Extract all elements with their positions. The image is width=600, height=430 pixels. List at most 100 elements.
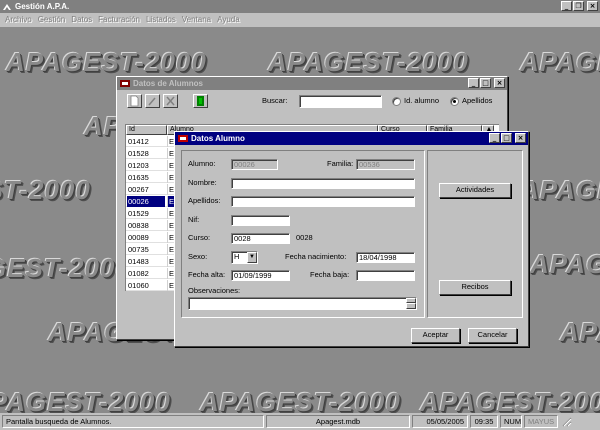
watermark-logo: APAGEST-2000 <box>0 387 171 413</box>
cell-id: 00735 <box>128 245 149 254</box>
nombre-input[interactable] <box>231 178 415 189</box>
fecha-nacimiento-label: Fecha nacimiento: <box>285 252 347 261</box>
form-close-button[interactable]: × <box>515 133 526 143</box>
status-message: Pantalla busqueda de Alumnos. <box>2 415 264 428</box>
status-date: 05/05/2005 <box>412 415 468 428</box>
observaciones-input[interactable] <box>188 297 417 310</box>
cell-id: 00838 <box>128 221 149 230</box>
fecha-baja-label: Fecha baja: <box>310 270 350 279</box>
dropdown-arrow-icon[interactable]: ▼ <box>247 252 257 263</box>
alumno-id-field: 00026 <box>231 159 278 170</box>
buscar-input[interactable] <box>299 95 382 108</box>
radio-id-alumno[interactable] <box>392 97 401 106</box>
cell-id: 01203 <box>128 161 149 170</box>
exit-button[interactable] <box>193 94 208 108</box>
delete-icon <box>166 96 175 106</box>
menu-datos[interactable]: Datos <box>68 15 95 24</box>
delete-record-button[interactable] <box>163 94 178 108</box>
status-mayus: MAYUS <box>524 415 558 428</box>
window-icon <box>120 79 130 88</box>
cancelar-button[interactable]: Cancelar <box>468 328 517 343</box>
app-icon <box>2 2 12 12</box>
watermark-logo: APAGEST-2000 <box>520 175 600 205</box>
exit-door-icon <box>197 96 204 106</box>
spin-down-icon[interactable] <box>406 303 416 309</box>
cell-id: 01412 <box>128 137 149 146</box>
cell-id: 00267 <box>128 185 149 194</box>
apellidos-label: Apellidos: <box>188 196 221 205</box>
column-header-id[interactable]: Id <box>126 125 167 135</box>
cell-id: 01635 <box>128 173 149 182</box>
menu-ventana[interactable]: Ventana <box>179 15 214 24</box>
radio-apellidos[interactable] <box>450 97 459 106</box>
cell-id: 00026 <box>127 196 165 207</box>
cell-id: 01529 <box>128 209 149 218</box>
menubar: Archivo Gestión Datos Facturación Listad… <box>0 13 600 26</box>
app-title: Gestión A.P.A. <box>15 2 70 11</box>
cell-id: 01082 <box>128 269 149 278</box>
curso-input[interactable]: 0028 <box>231 233 290 244</box>
app-titlebar[interactable]: Gestión A.P.A. _ ❐ × <box>0 0 600 13</box>
sexo-value: H <box>234 252 240 261</box>
nif-label: Nif: <box>188 215 200 224</box>
resize-grip-icon[interactable] <box>560 415 572 428</box>
status-time: 09:35 <box>470 415 498 428</box>
menu-facturacion[interactable]: Facturación <box>95 15 143 24</box>
statusbar: Pantalla busqueda de Alumnos. Apagest.md… <box>0 413 600 430</box>
alumnos-minimize-button[interactable]: _ <box>468 78 479 88</box>
watermark-logo: APAGEST-2000 <box>200 387 401 413</box>
apellidos-input[interactable] <box>231 196 415 207</box>
observaciones-label: Observaciones: <box>188 286 241 295</box>
sexo-select[interactable]: H ▼ <box>231 251 258 264</box>
watermark-logo: APAGEST-2000 <box>0 253 131 283</box>
mdi-desktop: APAGEST-2000 APAGEST-2000 APAGEST-2000 A… <box>0 27 600 413</box>
fecha-nacimiento-input[interactable]: 18/04/1998 <box>356 252 415 263</box>
pencil-icon <box>148 97 156 106</box>
new-document-icon <box>130 95 139 107</box>
datos-alumno-window: Datos Alumno _ □ × Alumno: 00026 Familia… <box>174 131 529 347</box>
cell-id: 01528 <box>128 149 149 158</box>
alumnos-title: Datos de Alumnos <box>133 79 203 88</box>
buscar-label: Buscar: <box>262 96 288 105</box>
form-maximize-button[interactable]: □ <box>501 133 512 143</box>
fecha-alta-label: Fecha alta: <box>188 270 226 279</box>
fecha-baja-input[interactable] <box>356 270 415 281</box>
nif-input[interactable] <box>231 215 290 226</box>
menu-listados[interactable]: Listados <box>143 15 179 24</box>
menu-archivo[interactable]: Archivo <box>2 15 35 24</box>
familia-label: Familia: <box>327 159 354 168</box>
watermark-logo: APAGEST-2000 <box>420 387 600 413</box>
cell-id: 01060 <box>128 281 149 290</box>
new-record-button[interactable] <box>127 94 142 108</box>
curso-label: Curso: <box>188 233 211 242</box>
watermark-logo: APAGEST-2000 <box>530 249 600 279</box>
fecha-alta-input[interactable]: 01/09/1999 <box>231 270 290 281</box>
alumno-label: Alumno: <box>188 159 216 168</box>
radio-id-alumno-label: Id. alumno <box>404 96 440 105</box>
edit-record-button[interactable] <box>145 94 160 108</box>
app-minimize-button[interactable]: _ <box>561 1 572 11</box>
alumnos-maximize-button[interactable]: □ <box>480 78 491 88</box>
aceptar-button[interactable]: Aceptar <box>411 328 460 343</box>
app-restore-button[interactable]: ❐ <box>573 1 584 11</box>
watermark-logo: APAGEST-2000 <box>6 47 207 77</box>
cell-id: 01483 <box>128 257 149 266</box>
menu-gestion[interactable]: Gestión <box>35 15 69 24</box>
alumnos-titlebar[interactable]: Datos de Alumnos _ □ × <box>117 77 507 90</box>
status-num: NUM <box>500 415 522 428</box>
form-minimize-button[interactable]: _ <box>489 133 500 143</box>
menu-ayuda[interactable]: Ayuda <box>214 15 243 24</box>
actividades-button[interactable]: Actividades <box>439 183 511 198</box>
watermark-logo: APAGEST-2000 <box>268 47 469 77</box>
nombre-label: Nombre: <box>188 178 217 187</box>
watermark-logo: APAGEST-2000 <box>560 317 600 347</box>
watermark-logo: APAGEST-2000 <box>520 47 600 77</box>
status-database: Apagest.mdb <box>266 415 410 428</box>
alumnos-close-button[interactable]: × <box>494 78 505 88</box>
datos-alumno-titlebar[interactable]: Datos Alumno _ □ × <box>175 132 528 145</box>
app-close-button[interactable]: × <box>587 1 598 11</box>
watermark-logo: APAGEST-2000 <box>0 175 91 205</box>
cell-id: 00089 <box>128 233 149 242</box>
window-icon <box>178 134 188 143</box>
recibos-button[interactable]: Recibos <box>439 280 511 295</box>
